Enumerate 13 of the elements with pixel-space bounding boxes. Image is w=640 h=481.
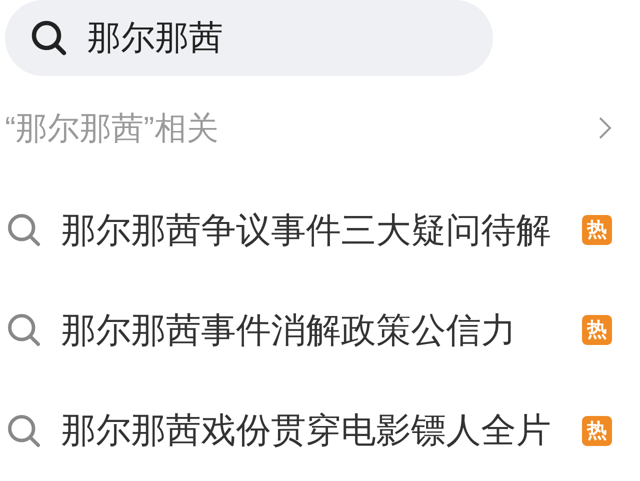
suggestion-item[interactable]: 那尔那茜戏份贯穿电影镖人全片 热: [0, 380, 640, 481]
search-field[interactable]: 那尔那茜: [5, 0, 493, 76]
suggestion-text: 那尔那茜事件消解政策公信力: [61, 312, 516, 348]
hot-badge: 热: [582, 215, 612, 246]
chevron-right-icon: [598, 116, 612, 140]
suggestion-item[interactable]: 那尔那茜争议事件三大疑问待解 热: [0, 180, 640, 280]
suggestion-text: 那尔那茜戏份贯穿电影镖人全片: [61, 413, 551, 448]
suggestion-item[interactable]: 那尔那茜事件消解政策公信力 热: [0, 280, 640, 381]
hot-badge: 热: [582, 416, 612, 446]
hot-badge: 热: [582, 315, 612, 346]
suggestion-text: 那尔那茜争议事件三大疑问待解: [61, 212, 551, 248]
related-label: “那尔那茜”相关: [5, 112, 218, 144]
search-value: 那尔那茜: [87, 20, 223, 55]
